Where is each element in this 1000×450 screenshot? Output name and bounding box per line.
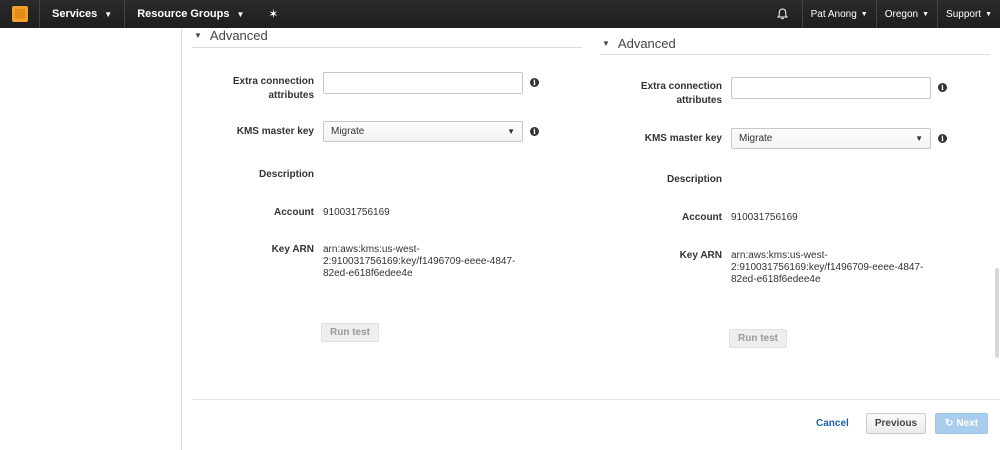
next-button[interactable]: ↻ Next <box>935 413 988 434</box>
scrollbar[interactable] <box>995 268 999 358</box>
notifications-button[interactable] <box>763 0 802 28</box>
info-icon[interactable]: i <box>938 83 947 92</box>
extra-connection-label: Extra connection attributes <box>640 81 722 106</box>
extra-connection-input[interactable] <box>323 72 523 94</box>
kms-key-select[interactable]: Migrate ▼ <box>731 128 931 149</box>
region-menu[interactable]: Oregon ▼ <box>875 0 937 28</box>
key-arn-label: Key ARN <box>679 250 722 261</box>
info-icon[interactable]: i <box>530 78 539 87</box>
aws-cube-icon <box>11 6 28 22</box>
user-menu[interactable]: Pat Anong ▼ <box>801 0 876 28</box>
account-label: Account <box>274 207 314 218</box>
key-arn-value: arn:aws:kms:us-west- 2:910031756169:key/… <box>731 250 923 286</box>
account-value: 910031756169 <box>731 212 798 223</box>
kms-key-value: Migrate <box>739 133 773 144</box>
collapse-triangle-icon: ▼ <box>602 38 610 48</box>
key-arn-line: 2:910031756169:key/f1496709-eeee-4847- <box>731 262 924 273</box>
next-label: Next <box>956 418 979 429</box>
user-name: Pat Anong <box>810 8 857 20</box>
key-arn-line: 82ed-e618f6edee4e <box>323 268 413 279</box>
collapse-triangle-icon: ▼ <box>194 30 202 40</box>
footer-divider <box>192 399 1000 400</box>
info-icon[interactable]: i <box>530 127 539 136</box>
account-label: Account <box>682 212 722 223</box>
advanced-section-header[interactable]: ▼ Advanced <box>600 32 990 55</box>
dropdown-arrow-icon: ▼ <box>507 127 515 136</box>
previous-button[interactable]: Previous <box>866 413 926 434</box>
chevron-down-icon: ▼ <box>104 9 113 19</box>
kms-key-select[interactable]: Migrate ▼ <box>323 121 523 142</box>
description-label: Description <box>258 169 314 180</box>
support-label: Support <box>946 8 982 20</box>
support-menu[interactable]: Support ▼ <box>937 0 1000 28</box>
services-label: Services <box>52 8 98 20</box>
right-advanced-panel: ▼ Advanced Extra connection attributes i… <box>600 28 990 348</box>
pin-icon[interactable]: ✶ <box>256 7 290 21</box>
advanced-title: Advanced <box>209 27 268 43</box>
key-arn-label: Key ARN <box>271 244 314 255</box>
key-arn-line: arn:aws:kms:us-west- <box>731 250 828 261</box>
sidebar-divider <box>181 28 182 450</box>
extra-connection-label: Extra connection attributes <box>232 76 314 101</box>
kms-key-value: Migrate <box>331 126 365 137</box>
chevron-down-icon: ▼ <box>985 10 992 18</box>
dropdown-arrow-icon: ▼ <box>915 134 923 143</box>
key-arn-line: 2:910031756169:key/f1496709-eeee-4847- <box>323 256 516 267</box>
refresh-icon: ↻ <box>944 418 954 429</box>
key-arn-value: arn:aws:kms:us-west- 2:910031756169:key/… <box>323 244 515 280</box>
resource-groups-label: Resource Groups <box>137 8 230 20</box>
account-value: 910031756169 <box>323 207 390 218</box>
advanced-title: Advanced <box>617 35 676 51</box>
chevron-down-icon: ▼ <box>922 10 930 18</box>
key-arn-line: arn:aws:kms:us-west- <box>323 244 420 255</box>
left-advanced-panel: ▼ Advanced Extra connection attributes i… <box>192 28 582 342</box>
chevron-down-icon: ▼ <box>860 10 868 18</box>
aws-logo[interactable] <box>0 0 40 28</box>
extra-connection-input[interactable] <box>731 77 931 99</box>
key-arn-line: 82ed-e618f6edee4e <box>731 274 821 285</box>
run-test-button[interactable]: Run test <box>729 329 787 348</box>
region-name: Oregon <box>884 8 919 20</box>
kms-key-label: KMS master key <box>236 126 314 137</box>
kms-key-label: KMS master key <box>644 133 722 144</box>
run-test-button[interactable]: Run test <box>321 323 379 342</box>
cancel-link[interactable]: Cancel <box>816 418 849 429</box>
bell-icon <box>776 8 788 20</box>
chevron-down-icon: ▼ <box>236 9 245 19</box>
services-menu[interactable]: Services ▼ <box>40 0 126 28</box>
description-label: Description <box>666 174 722 185</box>
info-icon[interactable]: i <box>938 134 947 143</box>
advanced-section-header[interactable]: ▼ Advanced <box>192 23 582 48</box>
